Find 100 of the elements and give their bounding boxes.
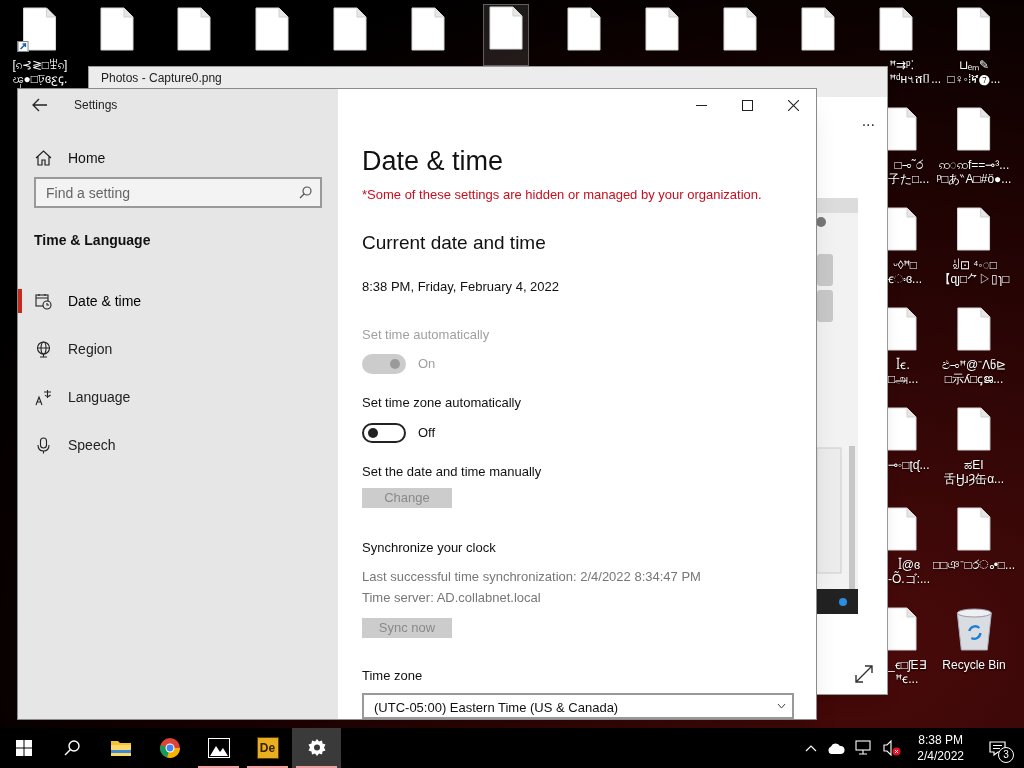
page-title: Date & time xyxy=(362,145,505,178)
nav-item[interactable]: Date & time xyxy=(18,277,338,325)
shortcut-arrow-icon xyxy=(18,41,29,52)
file-name-label: Recycle Bin xyxy=(942,658,1006,672)
file-icon xyxy=(177,7,211,51)
file-name-label: ඵ⊸ꟸ@⁻ᐱნ⊵ □示ʎ□ꞔജ... xyxy=(941,358,1007,386)
file-icon xyxy=(645,7,679,51)
file-icon xyxy=(957,107,991,151)
file-icon xyxy=(23,7,57,51)
photos-icon xyxy=(207,738,230,758)
time-zone-dropdown[interactable]: (UTC-05:00) Eastern Time (US & Canada) xyxy=(362,692,794,719)
file-icon xyxy=(489,6,523,50)
current-date-time: 8:38 PM, Friday, February 4, 2022 xyxy=(362,278,561,296)
setting-label: Set the date and time manually xyxy=(362,462,543,481)
file-name-label: ꩡ◌ꩡf==⊸³... ᵖ□あ‶A□#ö●... xyxy=(936,158,1012,186)
recycle-bin-icon xyxy=(955,607,993,651)
file-icon xyxy=(957,7,991,51)
file-icon xyxy=(957,507,991,551)
file-icon xyxy=(723,7,757,51)
file-name-label: ꟾꞓ. □அ... xyxy=(888,358,919,386)
file-name-label: □□ঞ⁻□රം•□... xyxy=(932,558,1016,572)
calendar-clock-icon xyxy=(35,292,52,310)
running-indicator xyxy=(296,766,337,768)
microphone-icon xyxy=(35,436,52,454)
close-icon xyxy=(787,99,799,111)
back-arrow-icon[interactable] xyxy=(32,98,48,112)
minimize-icon xyxy=(695,104,707,106)
file-icon xyxy=(957,407,991,451)
app-logo: De xyxy=(256,737,279,759)
file-icon xyxy=(255,7,289,51)
file-icon xyxy=(333,7,367,51)
desktop-icon[interactable]: Recycle Bin xyxy=(942,606,1006,672)
gear-icon xyxy=(306,738,327,758)
section-heading: Time & Language xyxy=(33,231,152,250)
desktop-icon[interactable]: ඵ⊸ꟸ@⁻ᐱნ⊵ □示ʎ□ꞔജ... xyxy=(941,306,1007,386)
search-icon xyxy=(64,740,80,756)
file-name-label: ꆽ⊡ ⁴◦◌□ 【ɋȷ□⺈▷▯ɿ□ xyxy=(938,258,1010,286)
window-title: Photos - Capture0.png xyxy=(101,71,222,86)
notification-count: 3 xyxy=(998,747,1014,763)
file-name-label: □⊸˜ර 子た□... xyxy=(888,158,930,186)
home-icon xyxy=(35,150,52,166)
file-name-label: ꟾ@ɞ -Õ.ゴ:... xyxy=(888,558,930,586)
running-indicator xyxy=(247,766,288,768)
desktop-icon[interactable] xyxy=(483,4,529,66)
nav-item[interactable]: Language xyxy=(18,373,338,421)
de-taskbar-button[interactable]: De xyxy=(243,728,292,768)
file-name-label: [ၵ⊰≷□ꄻၵ] ၾ●□ঢ়ɞꜫꞔ. xyxy=(12,58,68,86)
language-icon xyxy=(35,388,52,406)
setting-label: Set time automatically xyxy=(362,325,491,344)
toggle-state: Off xyxy=(418,423,436,442)
file-icon xyxy=(567,7,601,51)
desktop-icon[interactable]: ꩡ◌ꩡf==⊸³... ᵖ□あ‶A□#ö●... xyxy=(936,106,1012,186)
windows-logo-icon xyxy=(16,740,32,756)
maximize-icon xyxy=(741,99,753,111)
toggle-state: On xyxy=(418,355,436,374)
policy-notice: *Some of these settings are hidden or managed by your organization. xyxy=(362,186,763,204)
fullscreen-icon[interactable] xyxy=(855,665,873,683)
desktop-icon[interactable]: [ၵ⊰≷□ꄻၵ] ၾ●□ঢ়ɞꜫꞔ. xyxy=(12,6,68,86)
file-icon xyxy=(957,207,991,251)
desktop-icon[interactable]: ⊔ₑₘ✎ □♀◦⁞ኛ❼... xyxy=(947,6,1001,86)
search-icon xyxy=(299,186,312,199)
file-name-label: ಹEI 舌ӇɹȜ缶α... xyxy=(943,458,1005,486)
file-icon xyxy=(957,307,991,351)
setting-label: Synchronize your clock xyxy=(362,539,497,558)
nav-item[interactable]: Region xyxy=(18,325,338,373)
file-name-label: ⊸◦□ʈᶑ... xyxy=(888,458,930,472)
file-icon xyxy=(411,7,445,51)
file-icon xyxy=(801,7,835,51)
volume-muted-icon[interactable] xyxy=(883,740,902,756)
file-name-label: _ꞓ□ʃE∃ ꟸꞓ... xyxy=(888,658,927,686)
selection-indicator xyxy=(18,289,22,313)
home-link[interactable]: Home xyxy=(18,146,338,170)
setting-label: Set time zone automatically xyxy=(362,394,522,412)
file-name-label: ᵕ◊ꟸ□ ꞓංɞ... xyxy=(888,258,923,286)
file-icon xyxy=(100,7,134,51)
network-icon[interactable] xyxy=(855,740,874,756)
desktop-icon[interactable]: ꟸ⇉ᵖ⁚ ꟸᵈʜ৭ሸ▯... xyxy=(874,6,942,86)
chevron-up-icon[interactable] xyxy=(805,744,818,752)
section-heading: Current date and time xyxy=(362,230,547,255)
clock[interactable]: 8:38 PM 2/4/2022 xyxy=(911,732,970,764)
sync-info: Time server: AD.collabnet.local xyxy=(362,589,542,608)
toggle-switch[interactable] xyxy=(362,422,406,443)
chevron-down-icon xyxy=(777,702,786,709)
desktop-icon[interactable]: ꆽ⊡ ⁴◦◌□ 【ɋȷ□⺈▷▯ɿ□ xyxy=(938,206,1010,286)
running-indicator xyxy=(198,766,239,768)
settings-taskbar-button[interactable] xyxy=(292,728,341,768)
chrome-icon xyxy=(158,737,181,759)
file-name-label: ꟸ⇉ᵖ⁚ ꟸᵈʜ৭ሸ▯... xyxy=(890,58,942,86)
file-name-label: ⊔ₑₘ✎ □♀◦⁞ኛ❼... xyxy=(947,58,1001,86)
folder-icon xyxy=(109,739,132,757)
nav-item[interactable]: Speech xyxy=(18,421,338,469)
search-field[interactable]: Find a setting xyxy=(34,177,322,208)
sync-info: Last successful time synchronization: 2/4/2022 8:34:47 PM xyxy=(362,567,702,586)
more-button[interactable]: ... xyxy=(857,109,879,133)
file-icon xyxy=(879,7,913,51)
desktop-icon[interactable]: □□ঞ⁻□රം•□... xyxy=(932,506,1016,572)
desktop-icon[interactable]: ಹEI 舌ӇɹȜ缶α... xyxy=(943,406,1005,486)
notification-button[interactable]: 3 xyxy=(980,733,1014,763)
cloud-icon[interactable] xyxy=(827,742,846,754)
globe-icon xyxy=(35,340,52,358)
